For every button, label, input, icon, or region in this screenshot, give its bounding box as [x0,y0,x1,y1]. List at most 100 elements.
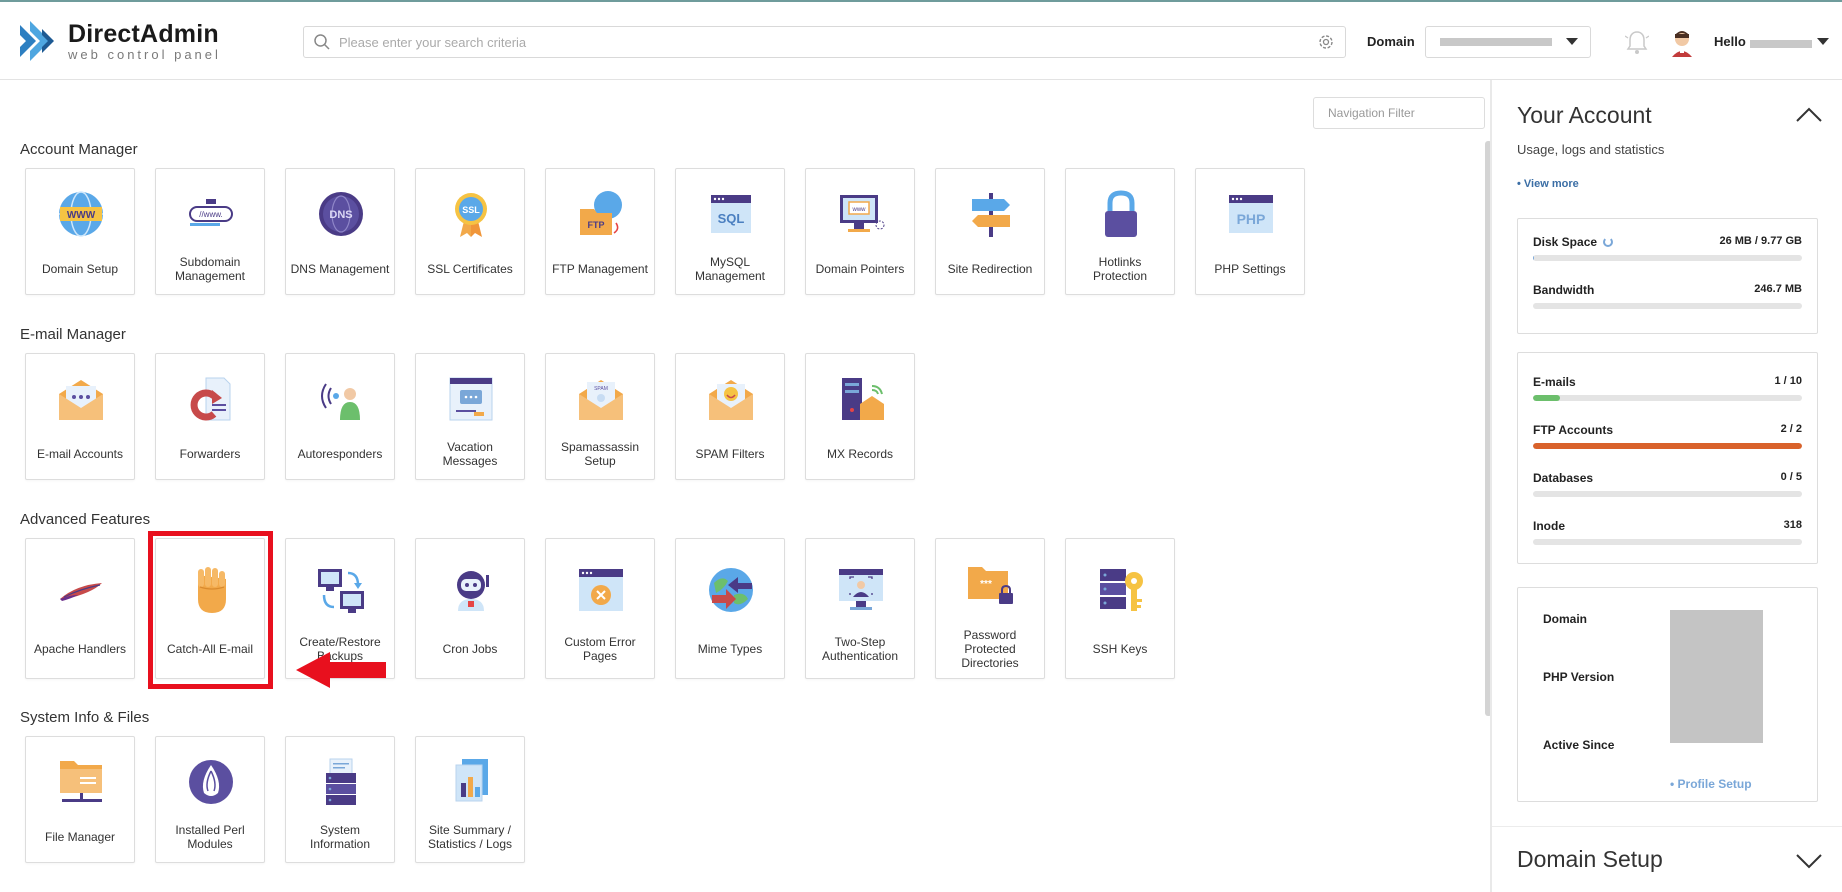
svg-text:***: *** [980,579,992,590]
tile-vacation-messages[interactable]: Vacation Messages [415,353,525,480]
server-document-icon [326,758,356,805]
annotation-arrow-icon [296,652,386,688]
tile-label: Subdomain Management [174,255,246,283]
tile-label: Spamassassin Setup [560,440,640,468]
svg-text://www.: //www. [199,210,223,219]
info-active-since-label: Active Since [1543,738,1615,752]
network-folder-icon [60,761,102,802]
navigation-filter-input[interactable] [1314,98,1484,128]
refresh-spinner-icon[interactable] [1603,237,1614,247]
directadmin-logo-icon [20,21,54,61]
tile-ssl-certificates[interactable]: SSL SSL Certificates [415,168,525,295]
tile-site-redirection[interactable]: Site Redirection [935,168,1045,295]
search-settings-gear-icon[interactable] [1317,33,1335,51]
tile-custom-error-pages[interactable]: Custom Error Pages [545,538,655,679]
redacted-info-values [1670,610,1763,743]
tile-domain-pointers[interactable]: www Domain Pointers [805,168,915,295]
tile-apache-handlers[interactable]: Apache Handlers [25,538,135,679]
ssl-badge-icon: SSL [455,193,487,237]
tile-email-accounts[interactable]: E-mail Accounts [25,353,135,480]
stat-progress-fill [1533,443,1802,449]
navigation-filter [1313,97,1485,129]
tile-spamassassin-setup[interactable]: SPAM Spamassassin Setup [545,353,655,480]
tile-label: Mime Types [697,642,763,656]
section-title-email-manager: E-mail Manager [20,326,126,343]
signpost-icon [972,193,1010,237]
tile-label: MySQL Management [694,255,766,283]
expand-chevron-down-icon[interactable] [1794,852,1824,870]
svg-text:PHP: PHP [1237,211,1266,227]
logo[interactable]: DirectAdmin web control panel [18,18,221,64]
svg-text:SQL: SQL [718,211,745,226]
tile-subdomain-management[interactable]: //www. Subdomain Management [155,168,265,295]
php-window-icon: PHP [1229,195,1273,233]
stat-name: Bandwidth [1533,283,1595,297]
user-avatar-icon[interactable] [1670,29,1694,57]
domain-setup-title[interactable]: Domain Setup [1517,846,1663,873]
tile-mime-types[interactable]: Mime Types [675,538,785,679]
dns-globe-icon: DNS [319,192,363,236]
stat-progress-fill [1533,395,1560,401]
tile-label: DNS Management [290,262,390,276]
tile-autoresponders[interactable]: Autoresponders [285,353,395,480]
domain-pointer-monitor-icon: www [840,195,885,232]
tile-ftp-management[interactable]: FTP FTP Management [545,168,655,295]
stat-name: E-mails [1533,375,1576,389]
stat-value: 0 / 5 [1780,471,1802,483]
stat-value: 246.7 MB [1754,283,1802,295]
stat-value: 318 [1783,519,1802,531]
tile-spam-filters[interactable]: SPAM Filters [675,353,785,480]
tile-label: MX Records [826,447,894,461]
tile-label: Custom Error Pages [564,635,636,663]
perl-onion-icon [189,760,233,804]
tile-two-step-authentication[interactable]: Two-Step Authentication [805,538,915,679]
logo-subtitle: web control panel [68,46,221,62]
tile-dns-management[interactable]: DNS DNS Management [285,168,395,295]
svg-text:SPAM: SPAM [594,386,608,392]
stat-progress-bar [1533,491,1802,497]
forward-document-icon [190,377,231,421]
svg-text:www: www [852,207,867,213]
message-window-icon [449,377,493,421]
chevron-down-icon [1566,38,1578,45]
user-menu-chevron-icon[interactable] [1817,38,1829,45]
smiley-envelope-icon [709,380,753,420]
tile-label: Domain Setup [41,262,119,276]
svg-text:DNS: DNS [329,209,352,221]
notification-bell-icon[interactable] [1625,28,1649,56]
tile-domain-setup[interactable]: WWW Domain Setup [25,168,135,295]
mime-globe-arrows-icon [709,568,753,612]
search-bar [303,26,1346,58]
tile-label: Two-Step Authentication [821,635,899,663]
spam-envelope-icon: SPAM [579,380,623,420]
search-icon [314,34,330,50]
tile-hotlinks-protection[interactable]: Hotlinks Protection [1065,168,1175,295]
server-key-icon [1100,569,1143,611]
tile-installed-perl-modules[interactable]: Installed Perl Modules [155,736,265,863]
domain-select[interactable] [1425,26,1591,58]
tile-label: Password Protected Directories [961,628,1019,670]
tile-cron-jobs[interactable]: Cron Jobs [415,538,525,679]
usage-card-counts: E-mails 1 / 10 FTP Accounts 2 / 2 Databa… [1517,352,1818,564]
tile-mysql-management[interactable]: SQL MySQL Management [675,168,785,295]
tile-label: Forwarders [179,447,241,461]
svg-text:FTP: FTP [588,220,605,230]
profile-setup-link[interactable]: • Profile Setup [1670,777,1752,791]
tile-mx-records[interactable]: MX Records [805,353,915,480]
tile-php-settings[interactable]: PHP PHP Settings [1195,168,1305,295]
tile-site-summary[interactable]: Site Summary / Statistics / Logs [415,736,525,863]
tile-forwarders[interactable]: Forwarders [155,353,265,480]
tile-label: SSH Keys [1092,642,1148,656]
tile-ssh-keys[interactable]: SSH Keys [1065,538,1175,679]
tile-file-manager[interactable]: File Manager [25,736,135,863]
tile-system-information[interactable]: System Information [285,736,395,863]
view-more-link[interactable]: • View more [1517,178,1579,190]
section-title-account-manager: Account Manager [20,141,138,158]
svg-text:WWW: WWW [67,210,96,221]
tile-password-protected-directories[interactable]: *** Password Protected Directories [935,538,1045,679]
collapse-chevron-up-icon[interactable] [1794,106,1824,124]
usage-card-resources: Disk Space 26 MB / 9.77 GB Bandwidth 246… [1517,218,1818,334]
tile-label: Site Summary / Statistics / Logs [427,823,513,851]
search-input[interactable] [331,27,1317,57]
stat-value: 26 MB / 9.77 GB [1719,235,1802,247]
